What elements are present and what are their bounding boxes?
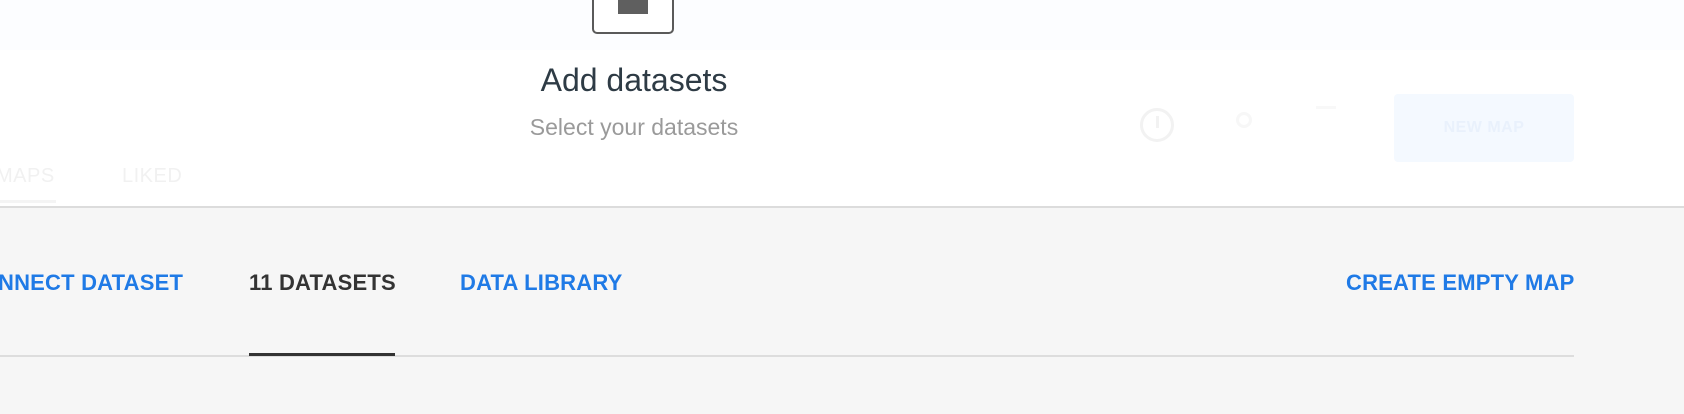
nav-underline <box>0 200 56 203</box>
tab-data-library[interactable]: DATA LIBRARY <box>460 270 623 296</box>
datasets-panel <box>0 208 1684 414</box>
active-tab-indicator <box>249 353 395 356</box>
modal-subtitle: Select your datasets <box>529 114 739 140</box>
nav-item-liked: LIKED <box>122 165 183 187</box>
modal-title: Add datasets <box>540 62 728 98</box>
user-icon <box>1316 106 1336 109</box>
tabs-divider <box>0 355 1574 357</box>
new-map-button: NEW MAP <box>1394 94 1574 162</box>
nav-item-maps: MAPS <box>0 165 55 187</box>
create-empty-map-link[interactable]: CREATE EMPTY MAP <box>1346 270 1575 296</box>
background-header <box>0 0 1684 50</box>
tab-connect-dataset[interactable]: NNECT DATASET <box>0 270 183 296</box>
dataset-add-icon <box>592 0 674 34</box>
tab-datasets[interactable]: 11 DATASETS <box>249 270 396 296</box>
